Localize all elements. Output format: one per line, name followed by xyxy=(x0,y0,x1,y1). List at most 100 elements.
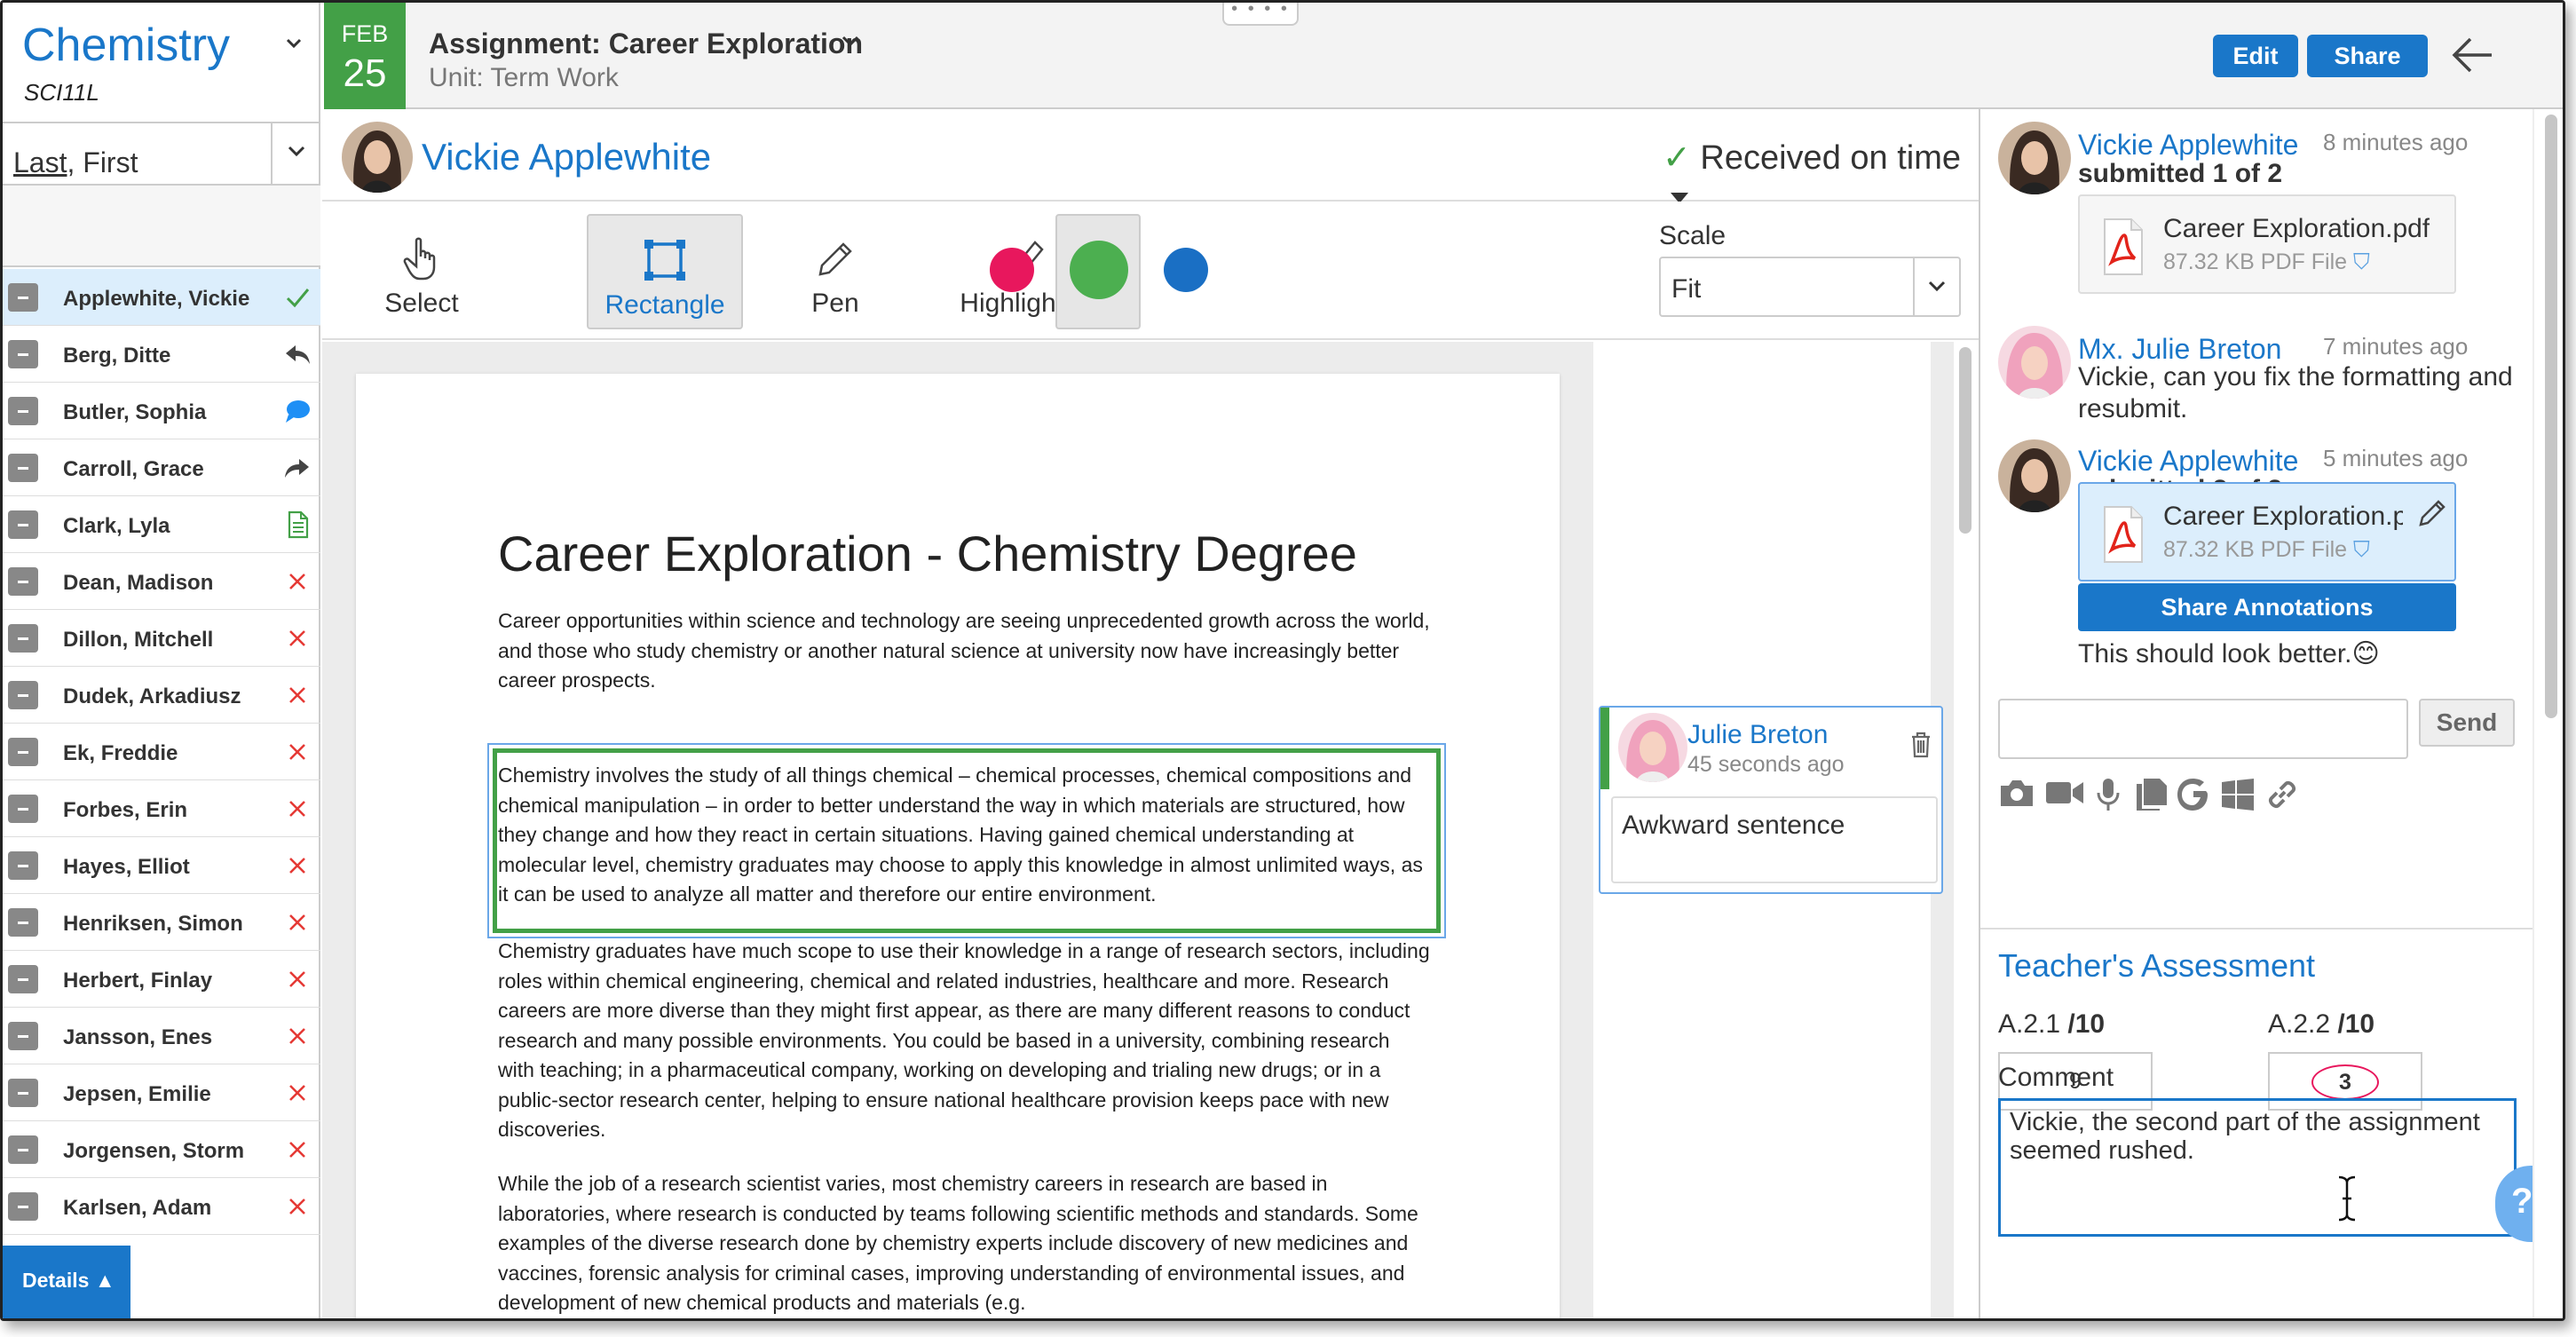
minus-icon[interactable] xyxy=(8,1079,38,1107)
comment-author: Julie Breton xyxy=(1687,720,1829,749)
minus-icon[interactable] xyxy=(8,1192,38,1221)
documents-icon[interactable] xyxy=(2133,777,2169,812)
file-name: Career Exploration.pdf xyxy=(2163,502,2403,531)
minus-icon[interactable] xyxy=(8,1022,38,1050)
annotation-comment-card[interactable]: Julie Breton 45 seconds ago Awkward sent… xyxy=(1599,706,1943,894)
minus-icon[interactable] xyxy=(8,738,38,766)
rectangle-tool[interactable]: Rectangle xyxy=(587,214,743,329)
criterion-label: A.2.1 /10 xyxy=(1998,1009,2106,1039)
pdf-icon xyxy=(2104,218,2143,275)
student-row[interactable]: Jepsen, Emilie xyxy=(3,1064,320,1121)
pen-tool[interactable]: Pen xyxy=(784,226,887,340)
student-row[interactable]: Jansson, Enes xyxy=(3,1008,320,1064)
assignment-title[interactable]: Assignment: Career Exploration xyxy=(429,28,863,60)
chevron-down-icon[interactable] xyxy=(285,35,303,52)
student-row[interactable]: Karlsen, Adam xyxy=(3,1178,320,1235)
student-row[interactable]: Clark, Lyla xyxy=(3,496,320,553)
comment-text[interactable]: Awkward sentence xyxy=(1611,796,1938,883)
student-name: Jorgensen, Storm xyxy=(63,1139,245,1163)
windows-icon[interactable] xyxy=(2220,777,2256,812)
student-row[interactable]: Carroll, Grace xyxy=(3,439,320,496)
message-time: 7 minutes ago xyxy=(2323,333,2469,360)
sort-label: Last, First xyxy=(13,146,138,178)
minus-icon[interactable] xyxy=(8,510,38,539)
student-name: Jepsen, Emilie xyxy=(63,1082,211,1106)
minus-icon[interactable] xyxy=(8,624,38,653)
document-scrollbar[interactable] xyxy=(1954,342,1979,1318)
panel-scrollbar[interactable] xyxy=(2533,109,2563,1318)
assessment-title: Teacher's Assessment xyxy=(1998,947,2316,984)
minus-icon[interactable] xyxy=(8,681,38,709)
student-row[interactable]: Berg, Ditte xyxy=(3,326,320,383)
student-name: Clark, Lyla xyxy=(63,514,170,538)
student-row[interactable]: Henriksen, Simon xyxy=(3,894,320,951)
scrollbar-thumb[interactable] xyxy=(2545,115,2557,718)
student-row[interactable]: Forbes, Erin xyxy=(3,780,320,837)
message-input[interactable] xyxy=(1998,699,2408,759)
camera-icon[interactable] xyxy=(1998,777,2035,809)
student-row[interactable]: Dillon, Mitchell xyxy=(3,610,320,667)
sort-dropdown-button[interactable] xyxy=(271,123,320,184)
minus-icon[interactable] xyxy=(8,283,38,312)
link-icon[interactable] xyxy=(2264,777,2300,812)
student-name: Jansson, Enes xyxy=(63,1025,213,1049)
edit-button[interactable]: Edit xyxy=(2213,35,2298,77)
course-title[interactable]: Chemistry xyxy=(22,19,230,72)
annotation-comment-column: Julie Breton 45 seconds ago Awkward sent… xyxy=(1593,342,1943,1318)
minus-icon[interactable] xyxy=(8,965,38,993)
file-attachment-selected[interactable]: Career Exploration.pdf 87.32 KB PDF File… xyxy=(2078,482,2456,581)
document-viewer[interactable]: Career Exploration - Chemistry Degree Ca… xyxy=(322,342,1979,1318)
student-row[interactable]: Butler, Sophia xyxy=(3,383,320,439)
course-code: SCI11L xyxy=(24,79,99,106)
document-paragraph: Career opportunities within science and … xyxy=(498,609,1430,692)
send-button[interactable]: Send xyxy=(2419,699,2515,747)
video-camera-icon[interactable] xyxy=(2044,777,2085,809)
scale-dropdown-button[interactable] xyxy=(1913,258,1959,315)
back-arrow-icon[interactable] xyxy=(2449,35,2495,75)
student-name: Applewhite, Vickie xyxy=(63,287,250,311)
scale-select[interactable]: Fit xyxy=(1659,257,1961,317)
minus-icon[interactable] xyxy=(8,397,38,425)
trash-icon[interactable] xyxy=(1909,731,1932,759)
student-name: Ek, Freddie xyxy=(63,741,178,765)
sort-selector[interactable]: Last, First xyxy=(3,122,320,186)
minus-icon[interactable] xyxy=(8,340,38,368)
scale-label: Scale xyxy=(1659,221,1727,250)
student-row[interactable]: Dudek, Arkadiusz xyxy=(3,667,320,724)
student-row[interactable]: Dean, Madison xyxy=(3,553,320,610)
forward-icon xyxy=(283,454,312,482)
select-tool[interactable]: Select xyxy=(370,226,473,340)
red-color-swatch[interactable] xyxy=(990,248,1034,292)
cross-icon xyxy=(283,1079,312,1107)
details-button[interactable]: Details ▲ xyxy=(3,1246,130,1318)
microphone-icon[interactable] xyxy=(2096,777,2121,812)
share-button[interactable]: Share xyxy=(2307,35,2428,77)
blue-color-swatch[interactable] xyxy=(1164,248,1208,292)
minus-icon[interactable] xyxy=(8,1135,38,1164)
document-page[interactable]: Career Exploration - Chemistry Degree Ca… xyxy=(356,374,1560,1318)
text-cursor-icon xyxy=(2338,1175,2356,1222)
student-name: Karlsen, Adam xyxy=(63,1196,212,1220)
file-attachment[interactable]: Career Exploration.pdf 87.32 KB PDF File… xyxy=(2078,194,2456,294)
chevron-down-icon[interactable] xyxy=(841,35,860,49)
pencil-icon[interactable] xyxy=(2415,496,2449,530)
assessment-comment-textarea[interactable]: Vickie, the second part of the assignmen… xyxy=(1998,1098,2517,1237)
drag-handle[interactable]: • • • • xyxy=(1222,3,1299,26)
minus-icon[interactable] xyxy=(8,851,38,880)
student-row[interactable]: Jorgensen, Storm xyxy=(3,1121,320,1178)
submission-line: submitted 1 of 2 xyxy=(2078,159,2283,188)
share-annotations-button[interactable]: Share Annotations xyxy=(2078,583,2456,631)
minus-icon[interactable] xyxy=(8,795,38,823)
cross-icon xyxy=(283,1192,312,1221)
scrollbar-thumb[interactable] xyxy=(1959,347,1972,534)
avatar xyxy=(1998,326,2071,399)
minus-icon[interactable] xyxy=(8,454,38,482)
student-row[interactable]: Ek, Freddie xyxy=(3,724,320,780)
student-row[interactable]: Applewhite, Vickie xyxy=(3,269,320,326)
student-row[interactable]: Herbert, Finlay xyxy=(3,951,320,1008)
google-icon[interactable] xyxy=(2176,777,2211,812)
green-color-swatch[interactable] xyxy=(1070,241,1128,299)
student-row[interactable]: Hayes, Elliot xyxy=(3,837,320,894)
minus-icon[interactable] xyxy=(8,908,38,937)
minus-icon[interactable] xyxy=(8,567,38,596)
